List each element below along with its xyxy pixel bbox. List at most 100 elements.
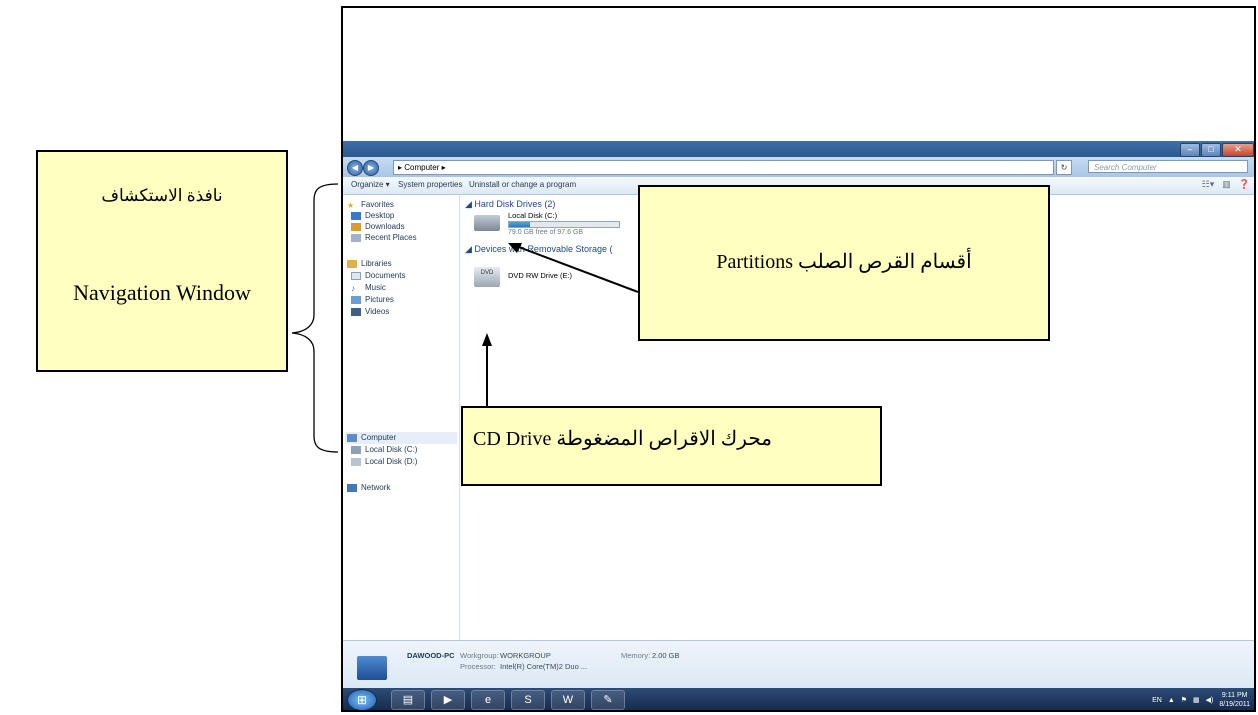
uninstall-program-button[interactable]: Uninstall or change a program: [469, 180, 576, 189]
navigation-window-callout: نافذة الاستكشاف Navigation Window: [36, 150, 288, 372]
videos-icon: [351, 307, 361, 316]
disk-usage-bar: [508, 221, 620, 228]
nav-favorites[interactable]: ★ Favorites: [347, 200, 394, 210]
cd-drive-label: محرك الاقراص المضغوطة CD Drive: [473, 428, 772, 450]
computer-icon: [347, 433, 357, 442]
workgroup-value: WORKGROUP: [500, 651, 551, 660]
local-disk-c-icon: [474, 215, 500, 231]
nav-desktop-label: Desktop: [365, 211, 395, 220]
navigation-pane: ★ Favorites Desktop Downloads Recent Plac…: [343, 195, 460, 640]
dvd-drive-icon: DVD: [474, 267, 500, 287]
skype-taskbar-icon[interactable]: S: [511, 690, 545, 710]
help-icon[interactable]: ❓: [1239, 179, 1250, 190]
nav-downloads-label: Downloads: [365, 222, 405, 231]
forward-icon[interactable]: ▶: [363, 160, 379, 176]
disk-usage-fill: [509, 222, 530, 227]
nav-local-c-label: Local Disk (C:): [365, 445, 418, 454]
clock[interactable]: 9:11 PM 8/19/2011: [1219, 691, 1250, 709]
paint-taskbar-icon[interactable]: ✎: [591, 690, 625, 710]
details-pane: DAWOOD-PC Workgroup: WORKGROUP Memory: 2…: [343, 640, 1254, 689]
nav-computer-label: Computer: [361, 433, 397, 442]
nav-pictures[interactable]: Pictures: [351, 295, 394, 304]
clock-time: 9:11 PM: [1221, 692, 1248, 699]
group-hard-disks-label: Hard Disk Drives (2): [474, 199, 556, 209]
group-removable[interactable]: ◢ Devices with Removable Storage (: [465, 244, 612, 255]
local-disk-c[interactable]: Local Disk (C:): [508, 211, 557, 220]
minimize-button[interactable]: –: [1180, 143, 1200, 157]
maximize-button[interactable]: □: [1201, 143, 1221, 157]
libraries-icon: [347, 259, 357, 268]
processor-value: Intel(R) Core(TM)2 Duo ...: [500, 662, 588, 671]
organize-button[interactable]: Organize ▾: [351, 180, 390, 189]
star-icon: ★: [347, 200, 355, 210]
nav-videos[interactable]: Videos: [351, 307, 389, 316]
nav-recent-label: Recent Places: [365, 233, 417, 242]
nav-videos-label: Videos: [365, 307, 390, 316]
word-taskbar-icon[interactable]: W: [551, 690, 585, 710]
system-properties-button[interactable]: System properties: [398, 180, 462, 189]
downloads-icon: [351, 222, 361, 231]
dvd-drive[interactable]: DVD RW Drive (E:): [508, 271, 572, 280]
nav-network[interactable]: Network: [347, 483, 390, 492]
nav-local-d-label: Local Disk (D:): [365, 457, 418, 466]
nav-recent[interactable]: Recent Places: [351, 233, 417, 242]
nav-pictures-label: Pictures: [365, 295, 394, 304]
music-icon: ♪: [351, 283, 355, 293]
nav-documents[interactable]: Documents: [351, 271, 405, 280]
pc-icon: [357, 656, 387, 680]
disk-free-text: 79.0 GB free of 97.6 GB: [508, 229, 584, 236]
language-indicator[interactable]: EN: [1152, 697, 1162, 704]
show-hidden-icons-icon[interactable]: ▲: [1168, 697, 1175, 704]
memory-label: Memory:: [621, 651, 651, 660]
nav-documents-label: Documents: [365, 271, 406, 280]
nav-network-label: Network: [361, 483, 391, 492]
search-input[interactable]: Search Computer: [1088, 160, 1248, 173]
group-removable-label: Devices with Removable Storage (: [474, 244, 613, 254]
nav-music-label: Music: [365, 283, 386, 292]
partitions-callout: أقسام القرص الصلب Partitions: [638, 185, 1050, 341]
address-bar[interactable]: ▸ Computer ▸: [393, 160, 1054, 175]
clock-date: 8/19/2011: [1219, 701, 1250, 708]
navigation-arabic-label: نافذة الاستكشاف: [101, 186, 223, 205]
partitions-label: أقسام القرص الصلب Partitions: [716, 251, 972, 273]
volume-icon[interactable]: ◀): [1206, 696, 1214, 704]
address-row: ◀ ▶ ▸ Computer ▸ ↻ Search Computer: [343, 157, 1254, 177]
processor-label: Processor:: [460, 662, 496, 671]
start-button[interactable]: ⊞: [347, 689, 377, 710]
nav-local-d[interactable]: Local Disk (D:): [351, 457, 417, 466]
recent-places-icon: [351, 233, 361, 242]
views-icon[interactable]: ☷▾: [1202, 179, 1215, 190]
drive-icon: [351, 457, 361, 466]
screenshot-frame: – □ ✕ ◀ ▶ ▸ Computer ▸ ↻ Search Computer…: [341, 6, 1256, 712]
explorer-taskbar-icon[interactable]: ▤: [391, 690, 425, 710]
nav-computer[interactable]: Computer: [347, 433, 396, 442]
back-icon[interactable]: ◀: [347, 160, 363, 176]
documents-icon: [351, 271, 361, 280]
title-bar: – □ ✕: [343, 141, 1254, 157]
internet-explorer-taskbar-icon[interactable]: e: [471, 690, 505, 710]
group-hard-disks[interactable]: ◢ Hard Disk Drives (2): [465, 199, 555, 210]
system-tray: EN ▲ ⚑ ▦ ◀) 9:11 PM 8/19/2011: [1152, 691, 1250, 709]
memory-value: 2.00 GB: [652, 651, 680, 660]
nav-libraries-label: Libraries: [361, 259, 392, 268]
nav-music[interactable]: ♪ Music: [351, 283, 386, 293]
desktop-icon: [351, 211, 361, 220]
media-player-taskbar-icon[interactable]: ▶: [431, 690, 465, 710]
action-center-icon[interactable]: ⚑: [1181, 696, 1187, 704]
address-text: Computer: [404, 163, 440, 172]
nav-downloads[interactable]: Downloads: [351, 222, 405, 231]
network-status-icon[interactable]: ▦: [1193, 696, 1200, 704]
navigation-english-label: Navigation Window: [73, 280, 251, 305]
network-icon: [347, 483, 357, 492]
drive-icon: [351, 445, 361, 454]
refresh-icon[interactable]: ↻: [1056, 160, 1072, 175]
preview-pane-icon[interactable]: ▥: [1222, 179, 1231, 190]
nav-libraries[interactable]: Libraries: [347, 259, 392, 268]
nav-desktop[interactable]: Desktop: [351, 211, 394, 220]
nav-favorites-label: Favorites: [361, 200, 394, 209]
cd-drive-callout: محرك الاقراص المضغوطة CD Drive: [461, 406, 882, 486]
nav-local-c[interactable]: Local Disk (C:): [351, 445, 417, 454]
pc-name: DAWOOD-PC: [407, 651, 455, 660]
navigation-brace: [291, 183, 339, 453]
close-button[interactable]: ✕: [1222, 143, 1254, 157]
